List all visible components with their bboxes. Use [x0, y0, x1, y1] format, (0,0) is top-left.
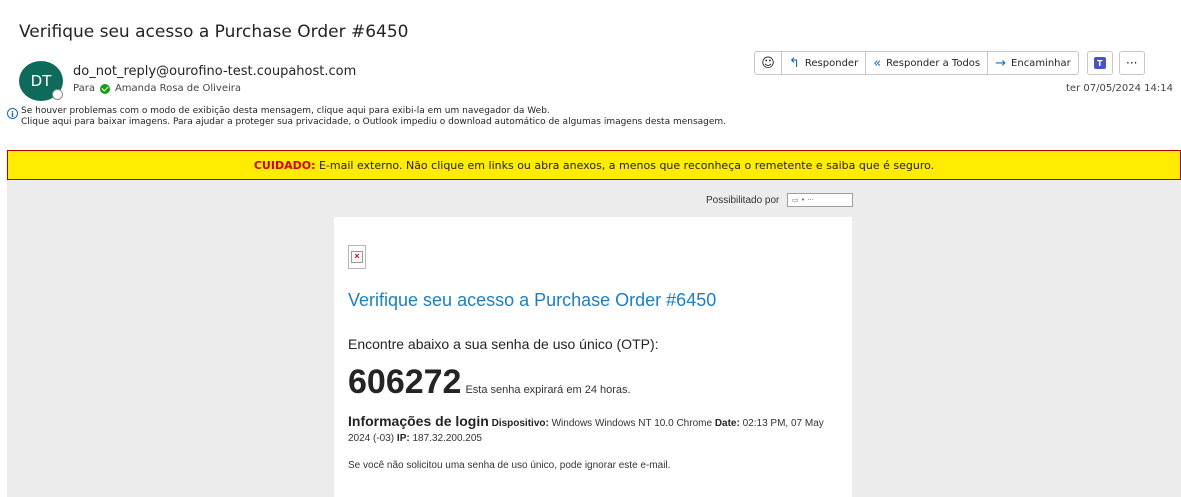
reply-label: Responder [804, 57, 859, 69]
forward-icon: → [995, 55, 1007, 71]
otp-code: 606272 [348, 363, 462, 401]
login-info: Informações de login Dispositivo: Window… [348, 414, 838, 446]
avatar-initials: DT [30, 72, 52, 90]
verified-check-icon [99, 83, 110, 94]
caution-label: CUIDADO: [253, 158, 316, 172]
message-toolbar: ☺ ↰ Responder « Responder a Todos → Enca… [754, 50, 1145, 76]
teams-button[interactable]: T [1086, 51, 1113, 75]
ip-value: 187.32.200.205 [409, 433, 482, 444]
reply-all-button[interactable]: « Responder a Todos [866, 51, 989, 75]
info-line-1[interactable]: Se houver problemas com o modo de exibiç… [21, 106, 726, 117]
recipient-name[interactable]: Amanda Rosa de Oliveira [115, 83, 241, 94]
powered-by-label: Possibilitado por [706, 195, 780, 206]
sender-address[interactable]: do_not_reply@ourofino-test.coupahost.com [73, 64, 356, 79]
teams-icon: T [1093, 57, 1106, 69]
emoji-reaction-button[interactable]: ☺ [754, 51, 782, 75]
login-info-heading: Informações de login [348, 413, 489, 429]
otp-row: 606272 Esta senha expirará em 24 horas. [348, 363, 631, 402]
device-label: Dispositivo: [491, 418, 549, 429]
info-icon: i [7, 108, 18, 119]
external-email-warning: CUIDADO: E-mail externo. Não clique em l… [7, 150, 1181, 180]
more-actions-button[interactable]: ··· [1118, 51, 1145, 75]
body-title: Verifique seu acesso a Purchase Order #6… [348, 290, 717, 310]
device-value: Windows Windows NT 10.0 Chrome [548, 418, 715, 429]
email-body-card: × Verifique seu acesso a Purchase Order … [334, 217, 852, 497]
reply-button[interactable]: ↰ Responder [782, 51, 867, 75]
ip-label: IP: [396, 433, 410, 444]
reply-icon: ↰ [789, 55, 800, 71]
more-icon: ··· [1126, 56, 1138, 70]
smiley-icon: ☺ [761, 55, 775, 71]
otp-intro: Encontre abaixo a sua senha de uso único… [348, 336, 659, 352]
sent-date: ter 07/05/2024 14:14 [1066, 83, 1173, 94]
reply-all-icon: « [873, 55, 882, 71]
ignore-note: Se você não solicitou uma senha de uso ú… [348, 460, 671, 471]
forward-button[interactable]: → Encaminhar [988, 51, 1079, 75]
forward-label: Encaminhar [1011, 57, 1071, 69]
info-line-2[interactable]: Clique aqui para baixar imagens. Para aj… [21, 117, 726, 128]
recipient-line: Para Amanda Rosa de Oliveira [73, 83, 241, 94]
to-label: Para [73, 83, 95, 94]
broken-image-icon[interactable]: × [348, 245, 366, 269]
presence-status-icon [52, 89, 63, 100]
otp-expiry-note: Esta senha expirará em 24 horas. [465, 384, 631, 396]
reply-all-label: Responder a Todos [886, 57, 981, 69]
email-subject: Verifique seu acesso a Purchase Order #6… [19, 22, 409, 42]
powered-by-logo-image: ▭ • ··· [787, 193, 853, 207]
info-bar[interactable]: i Se houver problemas com o modo de exib… [7, 106, 726, 128]
date-label: Date: [714, 418, 740, 429]
caution-text: E-mail externo. Não clique em links ou a… [315, 158, 935, 172]
